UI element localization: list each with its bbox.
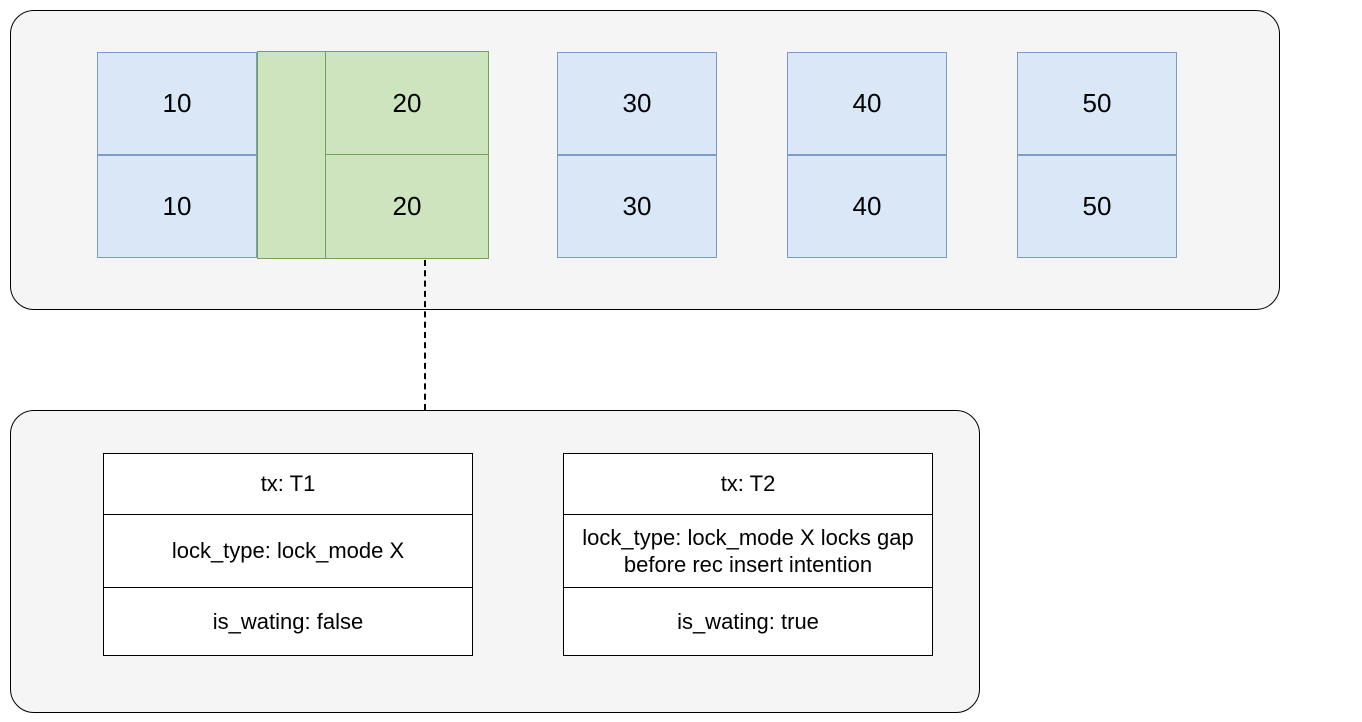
- lock-type-row: lock_type: lock_mode X: [103, 515, 473, 588]
- record-value: 10: [163, 191, 192, 222]
- record-value: 50: [1083, 88, 1112, 119]
- lock-type-label: lock_type: lock_mode X locks gap before …: [572, 524, 924, 579]
- record-20-bottom-highlight: 20: [325, 154, 489, 259]
- lock-tx-label: tx: T1: [261, 470, 316, 498]
- record-value: 30: [623, 88, 652, 119]
- lock-waiting-label: is_wating: false: [213, 608, 363, 636]
- lock-card-t2: tx: T2 lock_type: lock_mode X locks gap …: [563, 453, 933, 656]
- lock-waiting-label: is_wating: true: [677, 608, 819, 636]
- record-30-top: 30: [557, 52, 717, 155]
- lock-tx-row: tx: T1: [103, 453, 473, 515]
- lock-waiting-row: is_wating: true: [563, 588, 933, 656]
- record-value: 10: [163, 88, 192, 119]
- gap-lock-highlight: [257, 51, 327, 259]
- record-50-top: 50: [1017, 52, 1177, 155]
- record-40-top: 40: [787, 52, 947, 155]
- record-50-bottom: 50: [1017, 155, 1177, 258]
- record-value: 20: [393, 88, 422, 119]
- lock-card-t1: tx: T1 lock_type: lock_mode X is_wating:…: [103, 453, 473, 656]
- record-value: 40: [853, 191, 882, 222]
- lock-type-label: lock_type: lock_mode X: [172, 537, 404, 565]
- record-20-top-highlight: 20: [325, 51, 489, 156]
- record-10-top: 10: [97, 52, 257, 155]
- lock-type-row: lock_type: lock_mode X locks gap before …: [563, 515, 933, 588]
- connector-line: [424, 260, 426, 410]
- lock-tx-label: tx: T2: [721, 470, 776, 498]
- record-value: 50: [1083, 191, 1112, 222]
- record-40-bottom: 40: [787, 155, 947, 258]
- record-value: 40: [853, 88, 882, 119]
- record-value: 30: [623, 191, 652, 222]
- lock-tx-row: tx: T2: [563, 453, 933, 515]
- record-value: 20: [393, 191, 422, 222]
- lock-waiting-row: is_wating: false: [103, 588, 473, 656]
- record-10-bottom: 10: [97, 155, 257, 258]
- record-30-bottom: 30: [557, 155, 717, 258]
